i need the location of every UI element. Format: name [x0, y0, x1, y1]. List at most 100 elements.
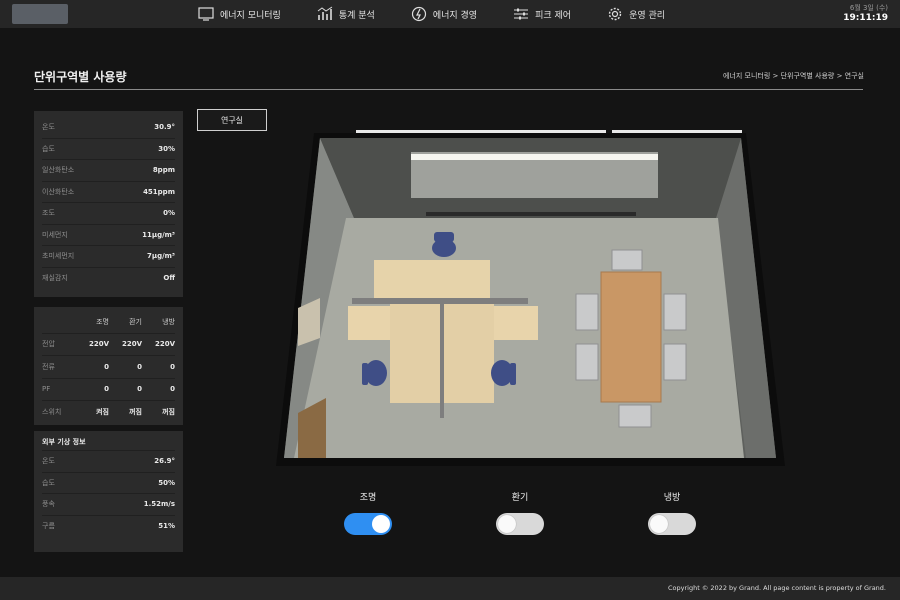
env-key: 조도: [42, 209, 55, 218]
cooling-toggle[interactable]: [648, 513, 696, 535]
power-header: 조명: [96, 317, 109, 326]
logo[interactable]: [12, 4, 68, 24]
power-row: 전압 220V 220V 220V: [42, 334, 175, 356]
control-ventilation: 환기: [490, 490, 550, 535]
nav-peak-control[interactable]: 피크 제어: [505, 0, 579, 28]
weather-value: 50%: [158, 478, 175, 487]
control-label: 환기: [511, 493, 529, 503]
weather-row: 온도 26.9°: [42, 451, 175, 473]
main-nav: 에너지 모니터링 통계 분석 에너지 경영 피크 제어 운영 관리: [190, 0, 673, 28]
weather-value: 51%: [158, 522, 175, 531]
power-header-row: 조명 환기 냉방: [42, 311, 175, 334]
weather-row: 풍속 1.52m/s: [42, 494, 175, 516]
weather-key: 구름: [42, 522, 55, 531]
clock-time: 19:11:19: [843, 13, 888, 23]
top-navigation-bar: 에너지 모니터링 통계 분석 에너지 경영 피크 제어 운영 관리 6월 3일 …: [0, 0, 900, 28]
weather-key: 풍속: [42, 500, 55, 509]
power-row: 스위치 켜짐 꺼짐 꺼짐: [42, 401, 175, 424]
weather-value: 1.52m/s: [143, 500, 175, 509]
nav-statistics[interactable]: 통계 분석: [309, 0, 383, 28]
env-value: 7μg/m³: [147, 252, 175, 261]
weather-title: 외부 기상 정보: [42, 433, 175, 451]
monitor-icon: [198, 7, 214, 21]
copyright-text: Copyright © 2022 by Grand. All page cont…: [668, 584, 886, 592]
power-value: 220V: [154, 340, 175, 349]
nav-energy-monitoring[interactable]: 에너지 모니터링: [190, 0, 289, 28]
env-key: 재실감지: [42, 274, 68, 283]
power-value: 220V: [88, 340, 109, 349]
power-panel: 조명 환기 냉방 전압 220V 220V 220V 전류 0 0 0 PF 0…: [34, 307, 183, 425]
weather-key: 습도: [42, 478, 55, 487]
env-value: 8ppm: [152, 166, 175, 175]
nav-label: 통계 분석: [338, 10, 375, 21]
env-key: 온도: [42, 123, 55, 132]
nav-operations[interactable]: 운영 관리: [599, 0, 673, 28]
power-key: 전압: [42, 340, 55, 349]
title-divider: [34, 89, 863, 90]
page-title: 단위구역별 사용량: [34, 70, 127, 84]
env-row: 온도 30.9°: [42, 117, 175, 139]
power-header: 환기: [129, 317, 142, 326]
power-key: 전류: [42, 362, 55, 371]
room-3d-view: [276, 130, 785, 466]
power-value: 꺼짐: [129, 408, 142, 417]
env-row: 재실감지 Off: [42, 268, 175, 290]
env-value: 11μg/m³: [142, 230, 175, 239]
environment-panel: 온도 30.9° 습도 30% 일산화탄소 8ppm 이산화탄소 451ppm 조도 0%…: [34, 111, 183, 297]
toggle-knob: [372, 515, 390, 533]
power-key: 스위치: [42, 408, 62, 417]
power-value: 220V: [121, 340, 142, 349]
env-row: 이산화탄소 451ppm: [42, 182, 175, 203]
env-row: 초미세먼지 7μg/m³: [42, 246, 175, 268]
room-select-button[interactable]: 연구실: [197, 109, 267, 131]
control-label: 조명: [359, 493, 377, 503]
toggle-knob: [650, 515, 668, 533]
power-row: PF 0 0 0: [42, 379, 175, 401]
power-row: 전류 0 0 0: [42, 356, 175, 379]
env-value: 0%: [163, 209, 175, 218]
env-row: 미세먼지 11μg/m³: [42, 225, 175, 246]
power-value: 0: [137, 385, 142, 394]
weather-value: 26.9°: [154, 457, 175, 466]
env-key: 일산화탄소: [42, 166, 75, 175]
env-row: 습도 30%: [42, 139, 175, 160]
env-value: 30%: [158, 144, 175, 153]
clock-date: 6월 3일 (수): [849, 4, 888, 12]
weather-panel: 외부 기상 정보 온도 26.9° 습도 50% 풍속 1.52m/s 구름 51%: [34, 431, 183, 552]
sliders-icon: [514, 8, 529, 20]
env-row: 조도 0%: [42, 203, 175, 225]
power-header: 냉방: [162, 317, 175, 326]
clock: 6월 3일 (수) 19:11:19: [843, 3, 888, 23]
control-label: 냉방: [663, 493, 681, 503]
env-value: 451ppm: [143, 187, 175, 196]
energy-icon: [411, 6, 426, 22]
env-key: 이산화탄소: [42, 187, 75, 196]
nav-label: 에너지 모니터링: [220, 10, 281, 21]
env-row: 일산화탄소 8ppm: [42, 160, 175, 182]
power-value: 0: [104, 362, 109, 371]
env-key: 미세먼지: [42, 230, 68, 239]
power-key: PF: [42, 385, 51, 394]
weather-key: 온도: [42, 457, 55, 466]
weather-row: 구름 51%: [42, 516, 175, 538]
control-lighting: 조명: [338, 490, 398, 535]
gear-icon: [608, 7, 622, 21]
power-value: 켜짐: [96, 408, 109, 417]
control-cooling: 냉방: [642, 490, 702, 535]
footer: Copyright © 2022 by Grand. All page cont…: [0, 577, 900, 600]
power-value: 0: [104, 385, 109, 394]
env-key: 습도: [42, 144, 55, 153]
env-value: Off: [163, 274, 175, 283]
nav-energy-management[interactable]: 에너지 경영: [403, 0, 485, 28]
weather-row: 습도 50%: [42, 473, 175, 494]
power-value: 0: [170, 385, 175, 394]
ventilation-toggle[interactable]: [496, 513, 544, 535]
nav-label: 운영 관리: [629, 10, 666, 21]
breadcrumb: 에너지 모니터링 > 단위구역별 사용량 > 연구실: [722, 72, 864, 80]
env-key: 초미세먼지: [42, 252, 75, 261]
power-value: 0: [137, 362, 142, 371]
chart-icon: [317, 6, 333, 20]
nav-label: 에너지 경영: [432, 10, 478, 21]
lighting-toggle[interactable]: [344, 513, 392, 535]
env-value: 30.9°: [154, 123, 175, 132]
